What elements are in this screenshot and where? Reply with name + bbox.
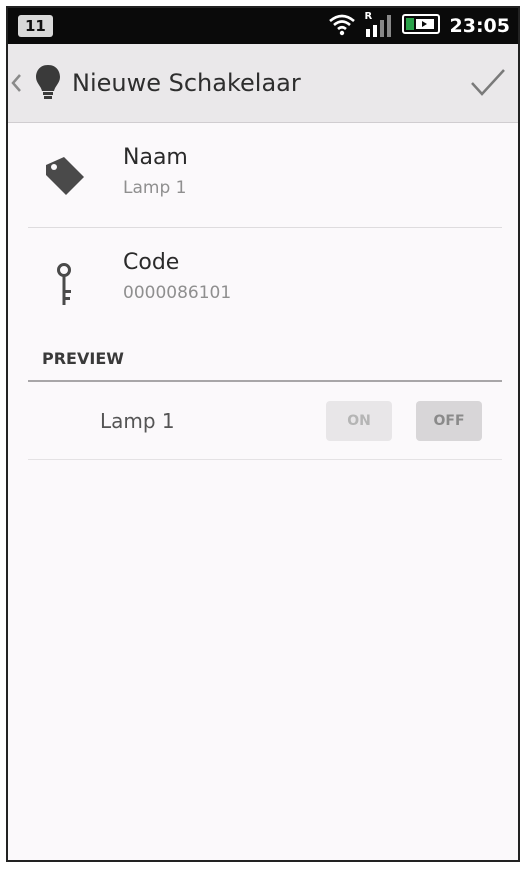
clock: 23:05 [449,15,510,37]
name-field-value[interactable]: Lamp 1 [123,178,188,198]
screen-title: Nieuwe Schakelaar [72,69,301,97]
code-field[interactable]: Code 0000086101 [8,228,518,333]
app-screen: 11 R 23:05 Nieuwe Schakelaar Naam Lamp 1… [6,6,520,862]
action-bar: Nieuwe Schakelaar [8,44,518,123]
key-icon [8,228,123,308]
lightbulb-icon[interactable] [30,63,66,103]
status-bar: 11 R 23:05 [8,8,518,44]
off-button[interactable]: OFF [416,401,482,441]
wifi-icon [328,12,356,40]
battery-icon [401,12,442,40]
back-chevron-icon[interactable] [8,71,30,95]
preview-row: Lamp 1 ON OFF [8,382,518,460]
name-field[interactable]: Naam Lamp 1 [8,123,518,228]
name-field-label: Naam [123,145,188,170]
confirm-check-icon[interactable] [458,66,518,100]
notification-count: 11 [18,15,53,37]
preview-header: PREVIEW [42,349,124,368]
status-icons: R 23:05 [328,11,510,40]
code-field-label: Code [123,250,180,275]
signal-icon: R [364,11,394,39]
tag-icon [8,123,123,195]
preview-item-name: Lamp 1 [100,409,175,433]
on-button[interactable]: ON [326,401,392,441]
preview-row-divider [28,459,502,460]
code-field-value[interactable]: 0000086101 [123,283,231,303]
